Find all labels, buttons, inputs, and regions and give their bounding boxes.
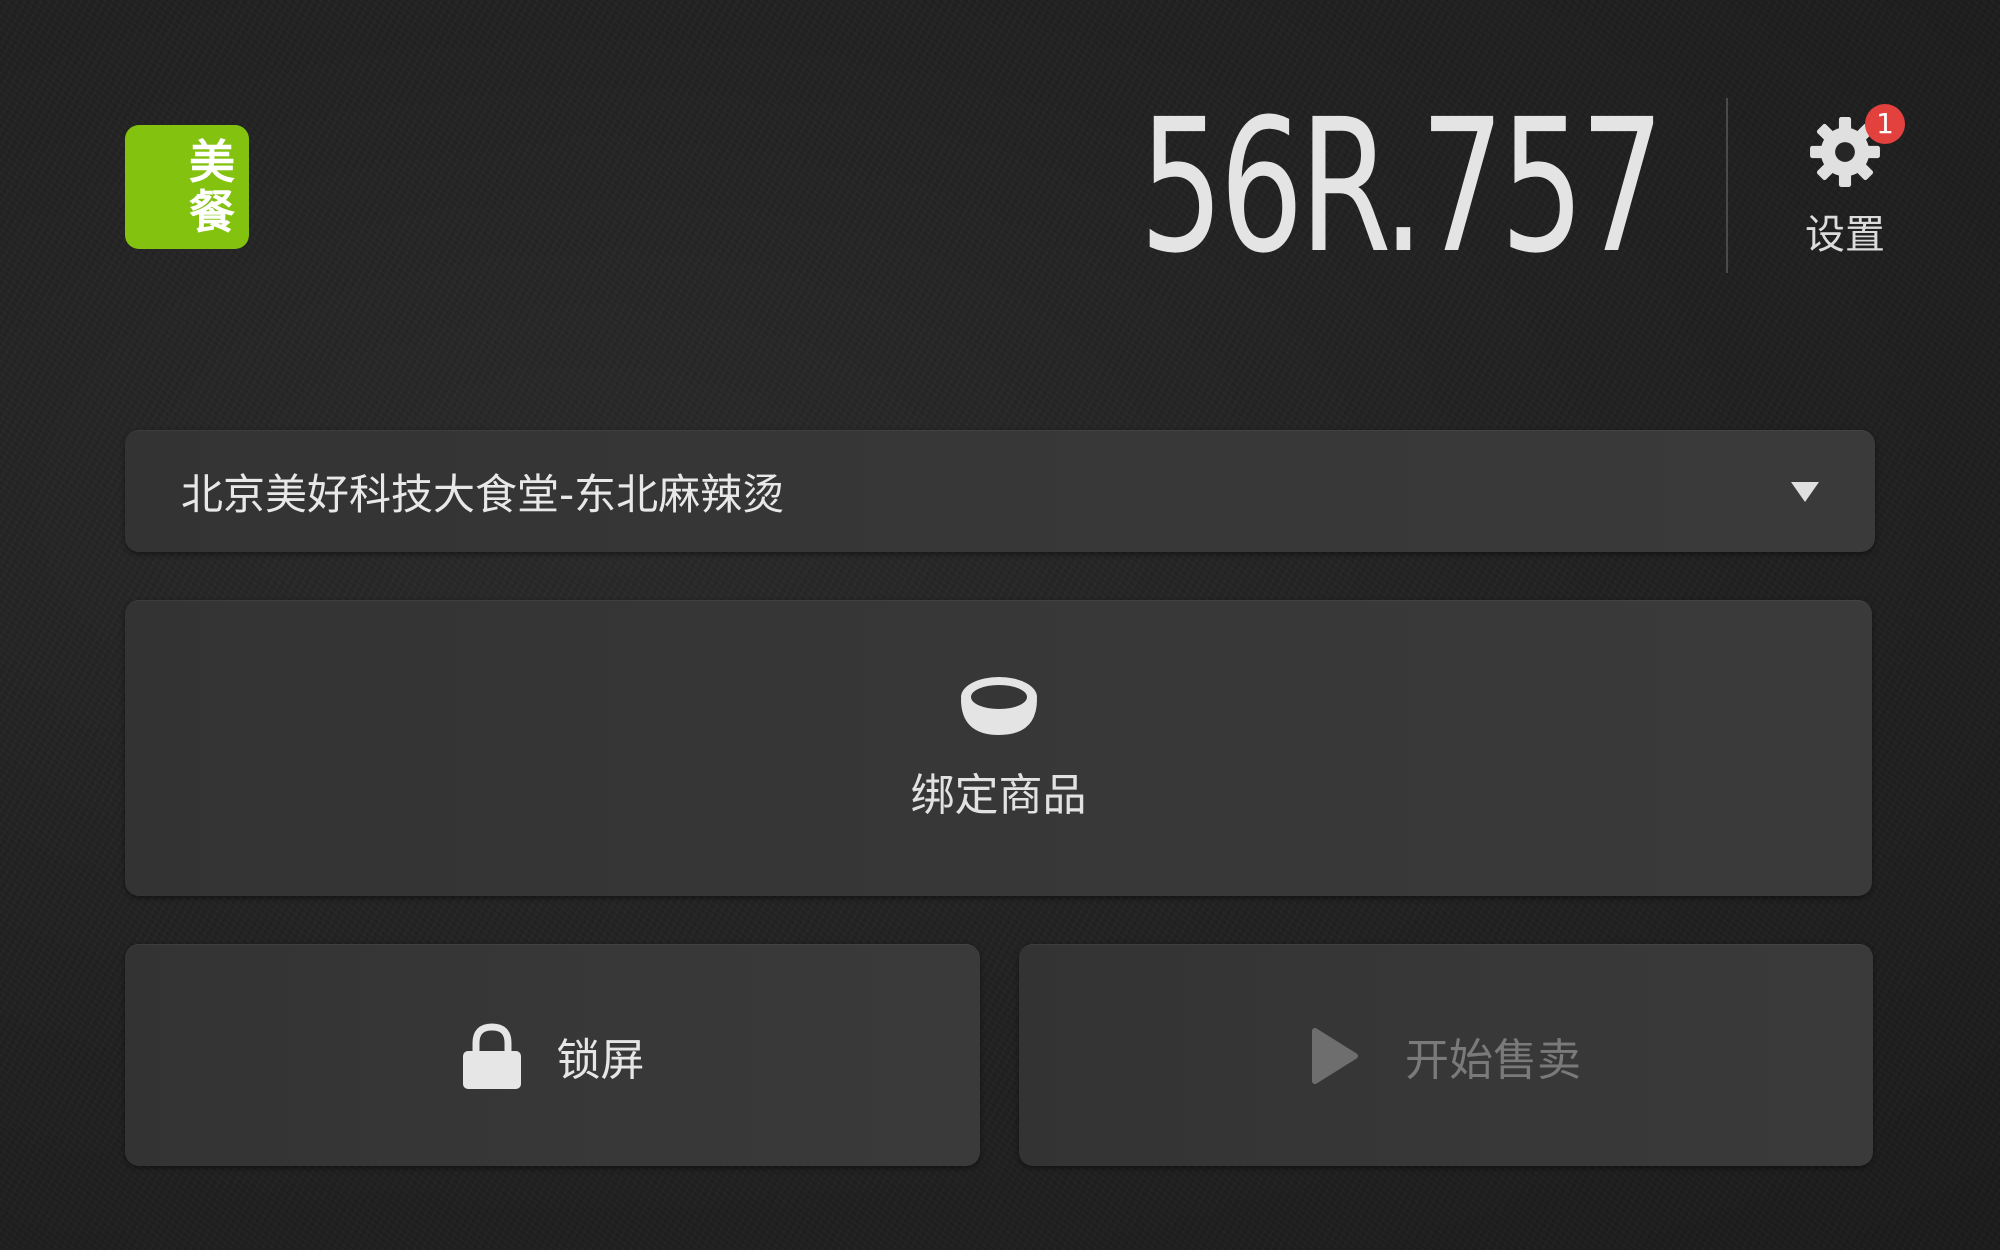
bowl-icon xyxy=(960,676,1037,735)
store-dropdown[interactable]: 北京美好科技大食堂-东北麻辣烫 xyxy=(125,430,1875,552)
app-logo: 美 餐 xyxy=(125,125,249,249)
notification-badge: 1 xyxy=(1865,104,1905,144)
bind-products-button[interactable]: 绑定商品 xyxy=(125,600,1872,896)
caret-down-icon xyxy=(1791,481,1819,502)
play-icon xyxy=(1312,1027,1358,1084)
settings-label: 设置 xyxy=(1805,212,1885,258)
lock-screen-label: 锁屏 xyxy=(556,1034,645,1086)
logo-char-2: 餐 xyxy=(189,185,235,239)
logo-char-1: 美 xyxy=(189,135,235,189)
lock-icon xyxy=(462,1022,521,1089)
header-divider xyxy=(1726,98,1728,273)
settings-button[interactable]: 1 设置 xyxy=(1775,100,1915,280)
store-dropdown-value: 北京美好科技大食堂-东北麻辣烫 xyxy=(181,470,785,519)
device-code: 56R.757 xyxy=(1139,80,1664,294)
bind-products-label: 绑定商品 xyxy=(910,769,1087,821)
lock-screen-button[interactable]: 锁屏 xyxy=(125,944,980,1166)
start-selling-label: 开始售卖 xyxy=(1405,1034,1581,1086)
start-selling-button[interactable]: 开始售卖 xyxy=(1019,944,1873,1166)
